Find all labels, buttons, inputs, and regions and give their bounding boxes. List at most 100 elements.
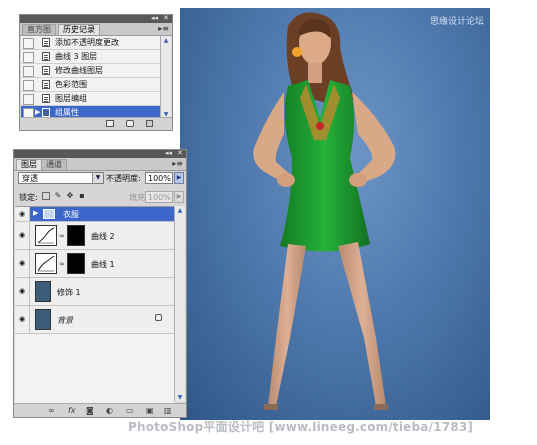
layers-tabs: 图层 通道 ▸≡ (14, 158, 186, 171)
lock-row: 锁定: ✎ ✥ ▪ 填充: 100% ▶ (14, 190, 186, 204)
layer-row-background[interactable]: ◉ 背景 (15, 306, 175, 334)
layer-thumbnail (35, 309, 51, 330)
opacity-input[interactable]: 100% (145, 172, 173, 184)
snapshot-source-checkbox[interactable] (23, 38, 34, 49)
trash-icon[interactable]: ▥ (164, 406, 172, 415)
history-item-label: 色彩范围 (55, 80, 87, 89)
visibility-toggle[interactable]: ◉ (15, 207, 30, 221)
new-group-icon[interactable]: ▭ (126, 406, 134, 415)
layer-name: 衣服 (63, 210, 79, 219)
lock-icon (155, 314, 162, 321)
history-item[interactable]: 曲线 3 图层 (21, 50, 162, 64)
eye-icon: ◉ (18, 315, 26, 323)
tab-layers[interactable]: 图层 (16, 159, 42, 170)
layers-scrollbar[interactable]: ▲ ▼ (174, 206, 185, 402)
disclosure-triangle-icon[interactable]: ▶ (33, 209, 38, 217)
panel-titlebar[interactable]: ◂◂ ✕ (14, 149, 186, 158)
scroll-up-icon[interactable]: ▲ (161, 36, 171, 45)
panel-menu-icon[interactable]: ▸≡ (158, 23, 169, 35)
footer-caption: PhotoShop平面设计吧 [www.lineeg.com/tieba/178… (128, 420, 474, 434)
link-icon[interactable]: ∞ (59, 232, 65, 240)
close-icon[interactable]: ✕ (177, 149, 183, 158)
snapshot-source-checkbox[interactable] (23, 94, 34, 105)
eye-icon: ◉ (18, 259, 26, 267)
layers-list: ◉ ▶ 衣服 ◉ ∞ 曲线 2 ◉ ∞ 曲线 1 ◉ 修饰 1 ◉ 背景 (15, 206, 175, 403)
history-state-icon (42, 38, 50, 47)
new-document-from-state-icon[interactable] (106, 120, 114, 127)
visibility-toggle[interactable]: ◉ (15, 278, 30, 305)
history-scrollbar[interactable]: ▲ ▼ (160, 36, 171, 119)
model-illustration (253, 12, 396, 410)
layer-name: 背景 (57, 316, 73, 325)
history-item-label: 图层编组 (55, 94, 87, 103)
history-item[interactable]: 添加不透明度更改 (21, 36, 162, 50)
tab-channels[interactable]: 通道 (41, 159, 67, 170)
layer-row-group[interactable]: ◉ ▶ 衣服 (15, 207, 175, 222)
snapshot-source-checkbox[interactable] (23, 52, 34, 63)
history-state-icon (42, 52, 50, 61)
visibility-toggle[interactable]: ◉ (15, 222, 30, 249)
fx-icon[interactable]: fx (68, 406, 76, 415)
watermark-text: 思缘设计论坛 (429, 17, 484, 27)
lock-transparent-icon[interactable] (42, 192, 50, 200)
panel-menu-icon[interactable]: ▸≡ (172, 158, 183, 170)
new-layer-icon[interactable]: ▣ (146, 406, 154, 415)
eye-icon: ◉ (18, 231, 26, 239)
lock-position-icon[interactable]: ✥ (66, 192, 74, 200)
history-footer (20, 117, 172, 130)
history-item-label: 曲线 3 图层 (55, 52, 98, 61)
opacity-slider-button[interactable]: ▶ (174, 172, 184, 184)
curves-thumbnail-icon (35, 225, 57, 246)
fill-slider-button[interactable]: ▶ (174, 191, 184, 203)
curves-thumbnail-icon (35, 253, 57, 274)
history-panel: ◂◂ ✕ 直方图 历史记录 ▸≡ 添加不透明度更改 曲线 3 图层 修改曲线图层… (19, 14, 173, 131)
chevron-down-icon[interactable]: ▼ (92, 173, 103, 183)
visibility-toggle[interactable]: ◉ (15, 250, 30, 277)
layer-mask-thumbnail[interactable] (67, 225, 85, 246)
eye-icon: ◉ (18, 210, 26, 218)
opacity-label: 不透明度: (106, 174, 141, 183)
history-tabs: 直方图 历史记录 ▸≡ (20, 23, 172, 36)
eye-icon: ◉ (18, 287, 26, 295)
layer-row-adjustment[interactable]: ◉ ∞ 曲线 1 (15, 250, 175, 278)
collapse-icon[interactable]: ◂◂ (165, 149, 172, 158)
photo-canvas: 思缘设计论坛 (180, 8, 490, 420)
layer-row-image[interactable]: ◉ 修饰 1 (15, 278, 175, 306)
folder-icon (43, 209, 55, 219)
lock-all-icon[interactable]: ▪ (78, 192, 86, 200)
link-layers-icon[interactable]: ∞ (48, 406, 55, 415)
adjustment-layer-icon[interactable]: ◐ (106, 406, 113, 415)
blend-mode-value: 穿透 (22, 174, 38, 183)
layer-thumbnail (35, 281, 51, 302)
layers-panel: ◂◂ ✕ 图层 通道 ▸≡ 穿透 ▼ 不透明度: 100% ▶ 锁定: ✎ ✥ … (13, 149, 187, 418)
lock-label: 锁定: (19, 193, 38, 202)
close-icon[interactable]: ✕ (163, 14, 169, 23)
history-list: 添加不透明度更改 曲线 3 图层 修改曲线图层 色彩范围 图层编组 ▶ 组属性 (21, 36, 162, 119)
scroll-down-icon[interactable]: ▼ (175, 393, 185, 402)
blend-mode-select[interactable]: 穿透 ▼ (18, 172, 104, 184)
history-item-label: 添加不透明度更改 (55, 38, 119, 47)
tab-history[interactable]: 历史记录 (58, 24, 100, 35)
link-icon[interactable]: ∞ (59, 260, 65, 268)
snapshot-source-checkbox[interactable] (23, 80, 34, 91)
panel-titlebar[interactable]: ◂◂ ✕ (20, 14, 172, 23)
trash-icon[interactable] (146, 120, 153, 127)
history-item[interactable]: 修改曲线图层 (21, 64, 162, 78)
layer-row-adjustment[interactable]: ◉ ∞ 曲线 2 (15, 222, 175, 250)
layer-name: 修饰 1 (57, 288, 81, 297)
fill-input[interactable]: 100% (145, 191, 173, 203)
history-item[interactable]: 色彩范围 (21, 78, 162, 92)
history-item-label: 修改曲线图层 (55, 66, 103, 75)
history-state-icon (42, 80, 50, 89)
lock-pixels-icon[interactable]: ✎ (54, 192, 62, 200)
layer-mask-thumbnail[interactable] (67, 253, 85, 274)
camera-snapshot-icon[interactable] (126, 120, 134, 127)
visibility-toggle[interactable]: ◉ (15, 306, 30, 333)
layer-options-row: 穿透 ▼ 不透明度: 100% ▶ (14, 171, 186, 187)
collapse-icon[interactable]: ◂◂ (151, 14, 158, 23)
scroll-up-icon[interactable]: ▲ (175, 206, 185, 215)
snapshot-source-checkbox[interactable] (23, 66, 34, 77)
tab-histogram[interactable]: 直方图 (22, 24, 56, 35)
history-item[interactable]: 图层编组 (21, 92, 162, 106)
add-mask-icon[interactable]: ◙ (86, 406, 94, 415)
